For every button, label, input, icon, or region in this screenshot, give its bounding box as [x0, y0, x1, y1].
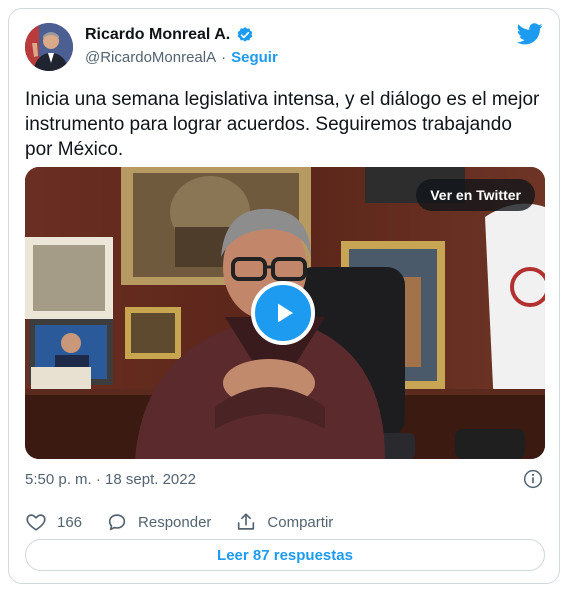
tweet-timestamp[interactable]: 5:50 p. m. · 18 sept. 2022: [25, 471, 196, 488]
read-replies-button[interactable]: Leer 87 respuestas: [25, 539, 545, 571]
play-button[interactable]: [251, 281, 315, 345]
follow-button[interactable]: Seguir: [231, 49, 278, 66]
share-button[interactable]: Compartir: [235, 511, 333, 533]
play-icon: [278, 303, 293, 323]
watch-on-twitter-button[interactable]: Ver en Twitter: [416, 179, 535, 211]
speech-bubble-icon: [108, 514, 126, 531]
share-label: Compartir: [267, 513, 334, 531]
reply-label: Responder: [138, 513, 212, 531]
video-player[interactable]: Ver en Twitter: [25, 167, 545, 459]
upload-share-icon: [238, 513, 255, 530]
tweet-card: Ricardo Monreal A. @RicardoMonrealA · Se…: [8, 8, 560, 584]
like-count: 166: [57, 513, 83, 531]
avatar-portrait-image: [25, 23, 73, 71]
heart-icon: [26, 514, 46, 531]
handle-separator: ·: [221, 49, 227, 66]
info-icon[interactable]: [523, 469, 543, 489]
author-name[interactable]: Ricardo Monreal A.: [85, 26, 230, 44]
avatar[interactable]: [25, 23, 73, 71]
author-handle[interactable]: @RicardoMonrealA: [85, 49, 216, 66]
tweet-text: Inicia una semana legislativa intensa, y…: [25, 89, 540, 160]
verified-badge-icon: [237, 27, 253, 42]
like-button[interactable]: 166: [25, 511, 82, 533]
reply-button[interactable]: Responder: [106, 511, 211, 533]
twitter-bird-icon[interactable]: [517, 23, 543, 45]
